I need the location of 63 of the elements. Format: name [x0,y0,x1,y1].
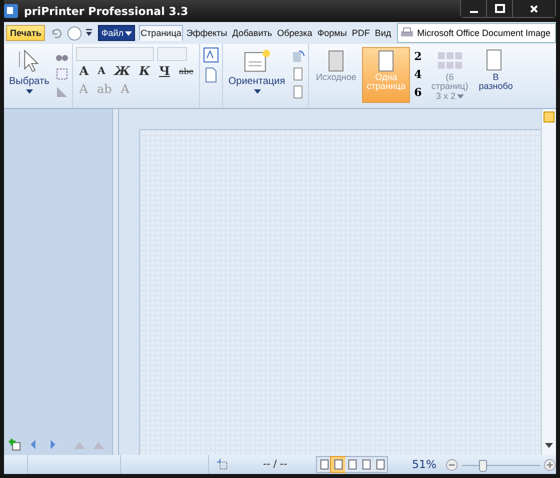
font-button[interactable]: abc [176,63,196,79]
zoom-value: 51% [412,458,436,471]
maximize-icon [494,4,504,14]
font-button[interactable]: Ч [156,63,173,79]
zoom-out-icon[interactable] [446,458,458,470]
view-button[interactable] [359,457,374,472]
printer-icon [400,27,414,39]
minimize-button[interactable] [461,0,487,17]
crop-icon [217,458,229,470]
mixed-button[interactable]: В разнобо [476,47,516,103]
font-button[interactable]: Ж [111,63,134,79]
font-button[interactable]: К [136,63,154,79]
font-button[interactable]: A [94,63,108,79]
undo-icon[interactable] [50,27,62,39]
close-button[interactable] [513,0,555,17]
print-button[interactable]: Печать [6,25,46,41]
ribbon-tab[interactable]: Вид [372,25,394,41]
ribbon-tab[interactable]: Эффекты [184,25,230,41]
size-field[interactable] [157,47,188,61]
caret-icon [456,94,464,100]
count-button[interactable]: 4 [412,65,424,83]
file-menu-button[interactable]: Файл [98,25,135,41]
view-button[interactable] [317,457,332,472]
minimize-icon [470,10,478,12]
page-icon[interactable] [203,67,220,83]
text-style-icon[interactable] [203,47,220,63]
app-icon [4,4,18,18]
count-button[interactable]: 6 [412,83,424,101]
orientation-button[interactable]: Ориентация [226,47,288,95]
font-button[interactable]: A [76,63,92,79]
caret-icon [26,89,34,94]
scrollbar[interactable] [541,109,556,455]
dropdown-icon[interactable] [86,29,92,37]
view-button[interactable] [331,457,346,472]
add-page-icon[interactable] [8,438,21,451]
ribbon-tab[interactable]: Страница [138,25,184,41]
down-arrow-icon[interactable] [545,443,553,449]
maximize-button[interactable] [487,0,513,17]
page-icon[interactable] [291,67,306,81]
zoom-slider[interactable] [462,458,540,470]
count-button[interactable]: 2 [412,47,424,65]
page-counter: -- / -- [262,459,288,470]
page-icon[interactable] [291,85,306,99]
fit-icon[interactable] [543,111,555,123]
ribbon-tab[interactable]: Добавить [230,25,274,41]
orientation-icon [242,48,271,74]
rotate-icon[interactable] [291,49,306,63]
close-icon [529,4,539,14]
printer-field[interactable]: Microsoft Office Document Image [397,23,556,43]
view-button[interactable] [345,457,360,472]
ruler-icon[interactable] [55,85,70,99]
view-button[interactable] [373,457,388,472]
font-field[interactable] [76,47,154,61]
select-button[interactable]: Выбрать [7,47,52,95]
window-title: priPrinter Professional 3.3 [24,4,188,18]
printer-name: Microsoft Office Document Image [417,28,551,38]
caret-icon [124,30,132,36]
ribbon-tab[interactable]: Формы [315,25,349,41]
zoom-in-icon[interactable] [544,458,556,470]
frame-icon[interactable] [55,67,70,81]
ribbon-tab[interactable]: PDF [350,25,372,41]
ribbon-tab[interactable]: Обрезка [275,25,314,41]
caret-icon [254,89,261,94]
